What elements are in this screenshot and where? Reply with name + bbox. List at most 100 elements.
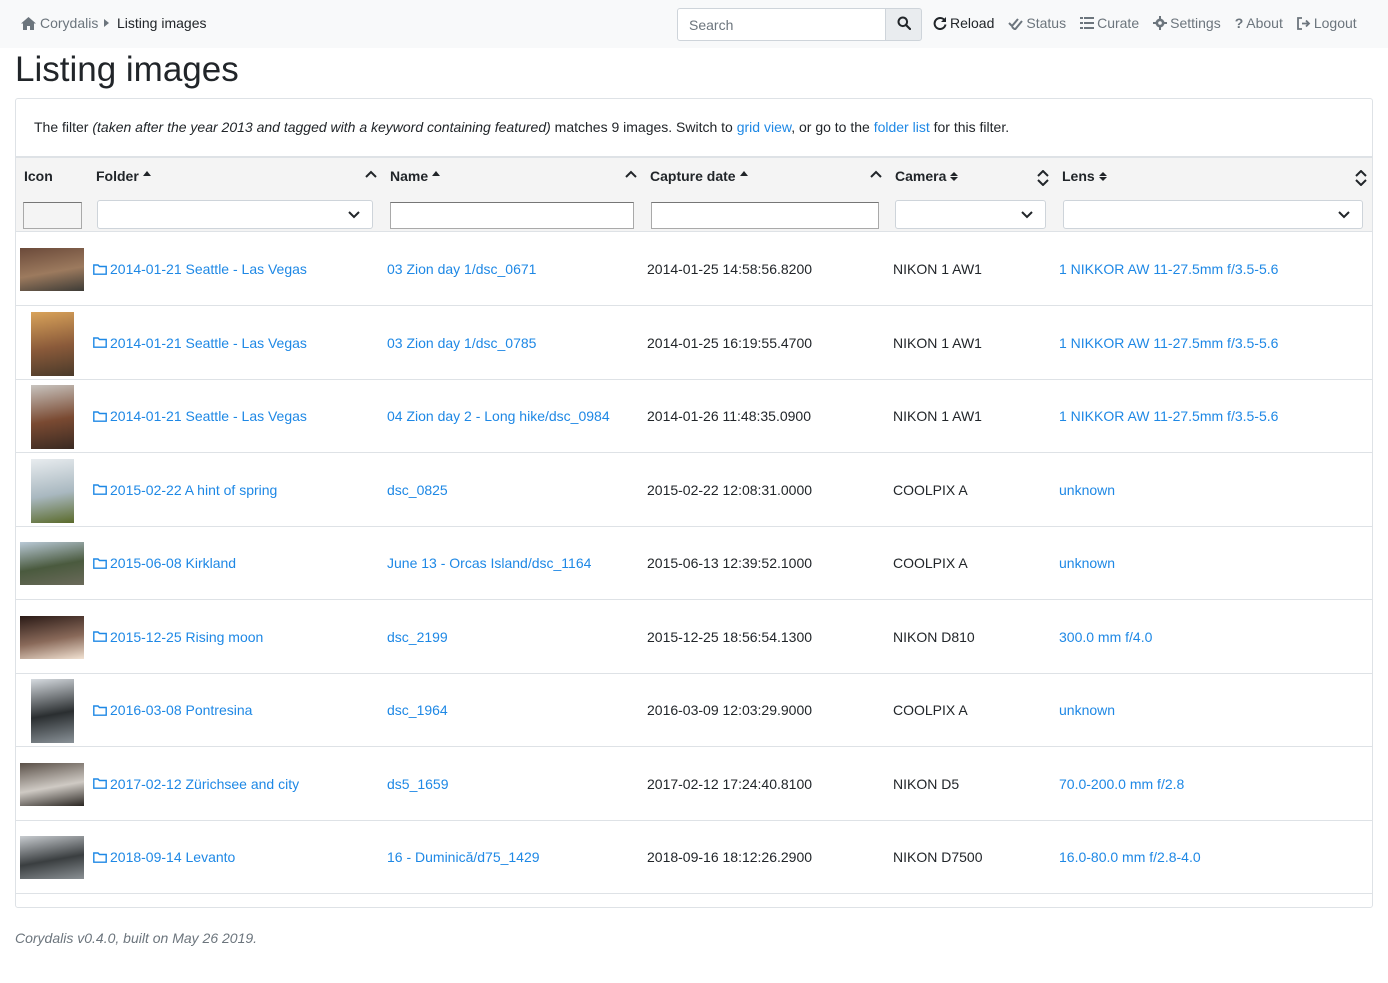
- camera-name-label: NIKON D5: [893, 775, 960, 792]
- folder-icon: [93, 263, 107, 275]
- folder-link-label: 2015-06-08 Kirkland: [110, 555, 237, 571]
- image-name-link[interactable]: 04 Zion day 2 - Long hike/dsc_0984: [387, 408, 610, 424]
- camera-name-label: COOLPIX A: [893, 702, 968, 718]
- lens-link[interactable]: unknown: [1059, 555, 1115, 571]
- collapse-capture-icon[interactable]: [870, 170, 882, 178]
- capture-date-label: 2016-03-09 12:03:29.9000: [647, 702, 813, 718]
- folder-icon: [93, 557, 107, 569]
- icon-filter-input[interactable]: [23, 202, 82, 229]
- image-name-link[interactable]: 03 Zion day 1/dsc_0785: [387, 335, 536, 351]
- image-thumbnail[interactable]: [20, 836, 84, 879]
- folder-link[interactable]: 2014-01-21 Seattle - Las Vegas: [93, 335, 307, 351]
- search-button[interactable]: [885, 8, 922, 41]
- folder-link-label: 2018-09-14 Levanto: [110, 849, 236, 865]
- collapse-folder-icon[interactable]: [365, 170, 377, 178]
- image-name-link[interactable]: ds5_1659: [387, 776, 449, 792]
- image-name-link-label: ds5_1659: [387, 775, 449, 792]
- image-thumbnail[interactable]: [31, 385, 74, 449]
- collapse-name-icon[interactable]: [625, 170, 637, 178]
- image-thumbnail[interactable]: [20, 542, 84, 585]
- capture-filter-input[interactable]: [651, 202, 879, 229]
- table-row: 2014-01-21 Seattle - Las Vegas 03 Zion da…: [16, 233, 1372, 306]
- footer-version: Corydalis v0.4.0, built on May 26 2019.: [15, 930, 258, 946]
- filter-suffix: for this filter.: [929, 119, 1010, 135]
- navbar: Corydalis Listing images Reload Status C…: [0, 0, 1388, 48]
- header-camera[interactable]: Camera: [895, 168, 959, 184]
- image-thumbnail[interactable]: [20, 762, 84, 806]
- lens-link[interactable]: 300.0 mm f/4.0: [1059, 629, 1152, 645]
- folder-list-link[interactable]: folder list: [874, 119, 930, 135]
- table-row: 2014-01-21 Seattle - Las Vegas 04 Zion da…: [16, 380, 1372, 453]
- folder-link[interactable]: 2015-12-25 Rising moon: [93, 629, 263, 645]
- filter-expression: (taken after the year 2013 and tagged wi…: [92, 119, 551, 135]
- capture-date-label: 2015-02-22 12:08:31.0000: [647, 481, 813, 498]
- name-filter-input[interactable]: [390, 202, 634, 229]
- lens-link[interactable]: 1 NIKKOR AW 11-27.5mm f/3.5-5.6: [1059, 335, 1278, 351]
- image-name-link[interactable]: dsc_2199: [387, 629, 448, 645]
- header-capture-date[interactable]: Capture date: [650, 168, 748, 184]
- image-thumbnail[interactable]: [31, 311, 74, 376]
- header-name[interactable]: Name: [390, 168, 441, 184]
- capture-date-label: 2018-09-16 18:12:26.2900: [647, 849, 813, 865]
- capture-date: 2016-03-09 12:03:29.9000: [647, 702, 812, 718]
- refresh-icon: [933, 16, 947, 30]
- table-row: 2018-09-14 Levanto 16 - Duminică/d75_1429…: [16, 821, 1372, 894]
- image-thumbnail[interactable]: [20, 248, 84, 291]
- image-thumbnail[interactable]: [31, 458, 74, 523]
- lens-filter-select[interactable]: [1063, 200, 1363, 229]
- folder-icon: [93, 484, 107, 495]
- breadcrumb-caret-icon: [104, 19, 109, 27]
- header-folder-label: Folder: [96, 168, 139, 184]
- image-name-link-label: 16 - Duminică/d75_1429: [387, 849, 540, 865]
- folder-link[interactable]: 2014-01-21 Seattle - Las Vegas: [93, 408, 307, 424]
- folder-link[interactable]: 2014-01-21 Seattle - Las Vegas: [93, 261, 307, 277]
- lens-link-label: 300.0 mm f/4.0: [1059, 628, 1153, 645]
- lens-link[interactable]: 1 NIKKOR AW 11-27.5mm f/3.5-5.6: [1059, 408, 1278, 424]
- lens-link[interactable]: 1 NIKKOR AW 11-27.5mm f/3.5-5.6: [1059, 261, 1278, 277]
- nav-logout[interactable]: Logout: [1296, 15, 1357, 31]
- search-input[interactable]: [677, 8, 886, 41]
- camera-name: COOLPIX A: [893, 702, 968, 718]
- folder-link-label: 2014-01-21 Seattle - Las Vegas: [110, 334, 307, 351]
- brand-label: Corydalis: [40, 15, 99, 31]
- folder-link[interactable]: 2015-02-22 A hint of spring: [93, 482, 277, 498]
- lens-link[interactable]: unknown: [1059, 702, 1115, 718]
- image-name-link[interactable]: June 13 - Orcas Island/dsc_1164: [387, 555, 591, 571]
- nav-curate[interactable]: Curate: [1080, 15, 1139, 31]
- camera-name: COOLPIX A: [893, 482, 968, 498]
- image-name-link[interactable]: dsc_1964: [387, 702, 448, 718]
- chevron-down-icon: [348, 210, 360, 218]
- lens-link-label: 1 NIKKOR AW 11-27.5mm f/3.5-5.6: [1059, 261, 1279, 277]
- lens-link[interactable]: 70.0-200.0 mm f/2.8: [1059, 776, 1184, 792]
- folder-link[interactable]: 2015-06-08 Kirkland: [93, 555, 236, 571]
- sort-camera-icon[interactable]: [1037, 170, 1049, 186]
- image-thumbnail[interactable]: [20, 615, 84, 659]
- capture-date: 2015-06-13 12:39:52.1000: [647, 555, 812, 571]
- lens-link[interactable]: 16.0-80.0 mm f/2.8-4.0: [1059, 849, 1201, 865]
- image-thumbnail[interactable]: [31, 679, 74, 743]
- capture-date: 2018-09-16 18:12:26.2900: [647, 849, 812, 865]
- camera-name-label: COOLPIX A: [893, 481, 968, 498]
- brand-link[interactable]: Corydalis: [21, 15, 98, 31]
- header-lens[interactable]: Lens: [1062, 168, 1107, 184]
- header-folder[interactable]: Folder: [96, 168, 151, 184]
- lens-link[interactable]: unknown: [1059, 482, 1115, 498]
- nav-status[interactable]: Status: [1008, 15, 1066, 31]
- sort-lens-icon[interactable]: [1355, 170, 1367, 186]
- nav-about[interactable]: ? About: [1235, 15, 1283, 31]
- folder-link[interactable]: 2016-03-08 Pontresina: [93, 702, 252, 718]
- table-row: 2016-03-08 Pontresina dsc_1964 2016-03-09 …: [16, 674, 1372, 747]
- camera-filter-select[interactable]: [895, 200, 1046, 229]
- folder-link[interactable]: 2017-02-12 Zürichsee and city: [93, 776, 299, 792]
- nav-settings[interactable]: Settings: [1153, 15, 1221, 31]
- grid-view-link[interactable]: grid view: [737, 119, 791, 135]
- table-row: 2014-01-21 Seattle - Las Vegas 03 Zion da…: [16, 307, 1372, 380]
- nav-reload[interactable]: Reload: [933, 15, 994, 31]
- image-name-link[interactable]: 03 Zion day 1/dsc_0671: [387, 261, 536, 277]
- image-name-link[interactable]: 16 - Duminică/d75_1429: [387, 849, 540, 865]
- image-name-link[interactable]: dsc_0825: [387, 482, 448, 498]
- capture-date-label: 2014-01-25 16:19:55.4700: [647, 334, 813, 351]
- folder-filter-select[interactable]: [97, 200, 373, 229]
- home-icon: [21, 16, 36, 30]
- folder-link[interactable]: 2018-09-14 Levanto: [93, 849, 235, 865]
